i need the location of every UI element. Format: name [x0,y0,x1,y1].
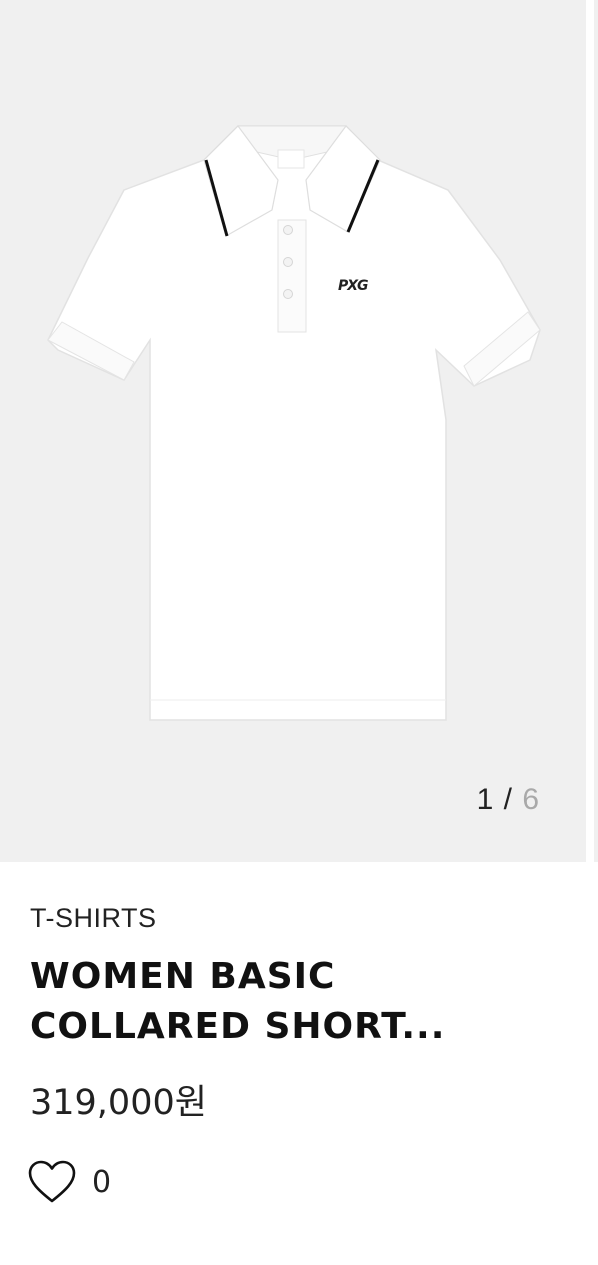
heart-outline-icon [28,1160,76,1203]
product-title[interactable]: WOMEN BASIC COLLARED SHORT... [30,952,570,1052]
like-button[interactable]: 0 [28,1160,111,1204]
product-info: T-SHIRTS WOMEN BASIC COLLARED SHORT... 3… [30,898,570,1128]
current-image-number: 1 [476,783,495,816]
product-title-line1: WOMEN BASIC [30,956,336,997]
chest-logo: PXG [338,278,369,294]
next-image-peek[interactable] [594,0,598,862]
total-image-count: 6 [522,783,540,816]
image-counter: 1 / 6 [477,783,540,817]
like-count: 0 [92,1164,112,1200]
counter-separator: / [503,783,513,816]
product-title-line2: COLLARED SHORT... [30,1006,446,1047]
product-category[interactable]: T-SHIRTS [30,898,570,938]
product-price: 319,000원 [30,1083,207,1123]
product-image-gallery[interactable]: PXG 1 / 6 [0,0,586,862]
polo-shirt-image [47,125,541,721]
